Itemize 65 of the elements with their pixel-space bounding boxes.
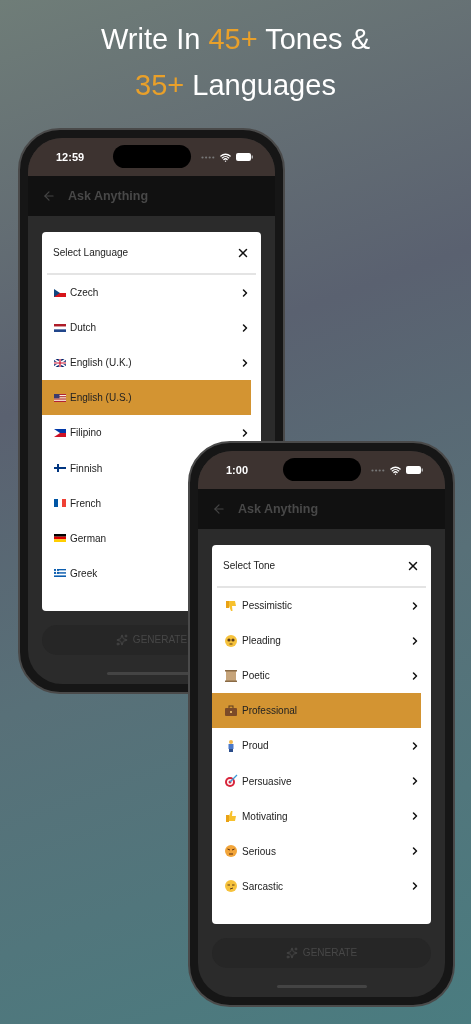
option-label: Pessimistic: [242, 600, 292, 612]
option-row[interactable]: Greek: [42, 555, 102, 591]
option-label: Czech: [70, 287, 99, 299]
option-row[interactable]: Sarcastic: [212, 868, 288, 904]
battery-icon: [406, 466, 423, 474]
flag-icon: [54, 464, 66, 472]
option-label: German: [70, 532, 107, 544]
option-row[interactable]: Professional: [212, 693, 421, 729]
option-label: French: [70, 497, 102, 509]
thumbs-up-icon: [224, 809, 238, 824]
option-label: English (U.K.): [70, 357, 132, 369]
headline: 35+ Languages: [135, 68, 336, 102]
flag-icon: [54, 499, 66, 508]
option-label: Dutch: [70, 322, 97, 334]
flag-icon: [54, 323, 66, 332]
option-row[interactable]: Pessimistic: [212, 588, 296, 624]
flag-icon: [54, 569, 66, 578]
option-row[interactable]: English (U.K.): [42, 345, 136, 381]
flag-icon: [54, 393, 66, 402]
option-row[interactable]: English (U.S.): [42, 380, 251, 416]
flag-icon: [54, 358, 66, 367]
option-label: Motivating: [242, 810, 288, 822]
sparkle-icon: [285, 946, 298, 959]
option-row[interactable]: Filipino: [42, 415, 106, 451]
option-row[interactable]: Finnish: [42, 450, 107, 486]
briefcase-icon: [224, 703, 238, 718]
flag-icon: [54, 428, 66, 437]
sparkle-icon: [115, 633, 128, 646]
dialog-title: Select Tone: [223, 560, 276, 571]
pleading-face-icon: [224, 633, 238, 648]
battery-icon: [236, 153, 253, 161]
option-label: Professional: [242, 705, 298, 717]
option-row[interactable]: Persuasive: [212, 763, 296, 799]
signal-icon: [201, 155, 215, 159]
option-row[interactable]: Dutch: [42, 310, 101, 346]
headline: Write In 45+ Tones &: [101, 22, 370, 56]
smirk-face-icon: [224, 879, 238, 894]
option-label: Persuasive: [242, 775, 292, 787]
flag-icon: [54, 288, 66, 297]
option-label: Poetic: [242, 670, 270, 682]
status-time: 1:00: [226, 464, 249, 476]
wifi-icon: [390, 464, 401, 476]
option-label: Filipino: [70, 427, 102, 439]
option-label: Finnish: [70, 462, 103, 474]
option-label: Proud: [242, 740, 269, 752]
option-row[interactable]: Serious: [212, 833, 280, 869]
option-label: Serious: [242, 845, 276, 857]
dart-target-icon: [224, 774, 238, 788]
scroll-icon: [224, 668, 238, 683]
thumbs-down-icon: [224, 598, 238, 613]
angry-face-icon: [224, 844, 238, 859]
status-time: 12:59: [56, 151, 85, 163]
wifi-icon: [220, 151, 231, 163]
option-row[interactable]: Poetic: [212, 658, 274, 694]
signal-icon: [371, 468, 385, 472]
option-row[interactable]: Proud: [212, 728, 273, 764]
flag-icon: [54, 534, 66, 543]
option-label: Greek: [70, 567, 98, 579]
option-label: English (U.S.): [70, 392, 132, 404]
option-row[interactable]: French: [42, 485, 106, 521]
option-row[interactable]: Motivating: [212, 798, 292, 834]
option-label: Sarcastic: [242, 880, 284, 892]
dialog-title: Select Language: [53, 247, 129, 258]
option-row[interactable]: Czech: [42, 275, 103, 311]
option-row[interactable]: German: [42, 520, 111, 556]
